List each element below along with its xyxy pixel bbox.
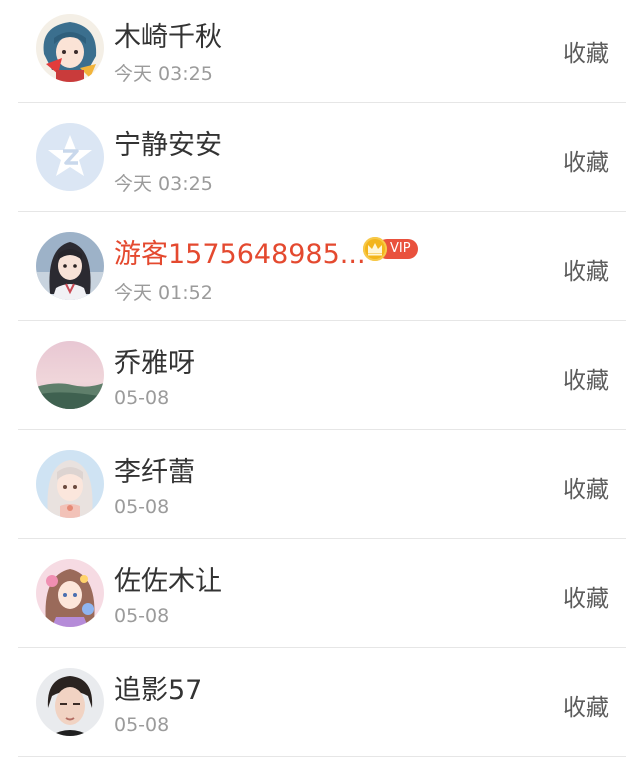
user-name: 李纤蕾: [114, 457, 195, 488]
landscape-sunset-avatar-icon: [36, 341, 104, 409]
list-item[interactable]: 宁静安安 今天 03:25 收藏: [18, 103, 626, 212]
avatar[interactable]: [36, 559, 104, 627]
user-name: 宁静安安: [114, 130, 222, 161]
favorite-button[interactable]: 收藏: [546, 252, 626, 286]
timestamp: 05-08: [114, 496, 170, 518]
crown-icon: [363, 237, 387, 261]
timestamp: 今天 01:52: [114, 282, 213, 304]
list-item[interactable]: 追影57 05-08 收藏: [18, 648, 626, 757]
default-star-avatar-icon: [36, 123, 104, 191]
user-name: 佐佐木让: [114, 566, 222, 597]
favorite-button[interactable]: 收藏: [546, 688, 626, 722]
avatar[interactable]: [36, 123, 104, 191]
user-name: 木崎千秋: [114, 22, 222, 53]
favorite-button[interactable]: 收藏: [546, 470, 626, 504]
user-name: 游客1575648985...: [114, 239, 366, 270]
list-item[interactable]: 木崎千秋 今天 03:25 收藏: [18, 0, 626, 103]
vip-badge: VIP: [363, 236, 418, 262]
timestamp: 05-08: [114, 605, 170, 627]
favorite-button[interactable]: 收藏: [546, 34, 626, 68]
young-man-photo-avatar-icon: [36, 668, 104, 736]
anime-girl-dark-hair-avatar-icon: [36, 232, 104, 300]
list-item[interactable]: 李纤蕾 05-08 收藏: [18, 430, 626, 539]
timestamp: 今天 03:25: [114, 63, 213, 85]
anime-girl-colorful-avatar-icon: [36, 559, 104, 627]
avatar[interactable]: [36, 341, 104, 409]
avatar[interactable]: [36, 450, 104, 518]
user-name: 追影57: [114, 675, 203, 706]
avatar[interactable]: [36, 668, 104, 736]
timestamp: 今天 03:25: [114, 173, 213, 195]
favorite-button[interactable]: 收藏: [546, 361, 626, 395]
list-item[interactable]: 佐佐木让 05-08 收藏: [18, 539, 626, 648]
user-name: 乔雅呀: [114, 348, 195, 379]
anime-girl-silver-hair-avatar-icon: [36, 450, 104, 518]
timestamp: 05-08: [114, 714, 170, 736]
avatar[interactable]: [36, 232, 104, 300]
anime-girl-avatar-icon: [36, 14, 104, 82]
user-list: 木崎千秋 今天 03:25 收藏 宁静安安 今天 03:25 收藏 游客1575…: [0, 0, 640, 757]
favorite-button[interactable]: 收藏: [546, 143, 626, 177]
favorite-button[interactable]: 收藏: [546, 579, 626, 613]
list-item[interactable]: 游客1575648985... VIP 今天 01:52 收藏: [18, 212, 626, 321]
list-item[interactable]: 乔雅呀 05-08 收藏: [18, 321, 626, 430]
timestamp: 05-08: [114, 387, 170, 409]
avatar[interactable]: [36, 14, 104, 82]
